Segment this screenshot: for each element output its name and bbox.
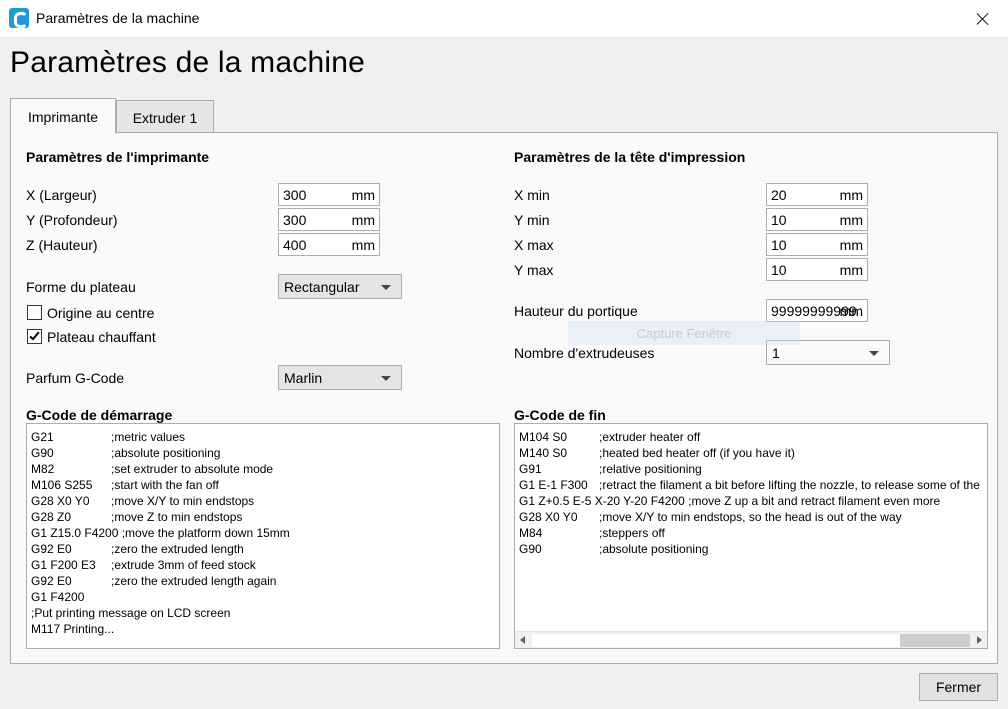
gcode-line: ;Put printing message on LCD screen (31, 606, 231, 620)
xmin-label: X min (514, 187, 550, 203)
ymin-field[interactable]: 10 mm (766, 208, 868, 231)
gcode-line: M104 S0 ;extruder heater off (519, 430, 701, 444)
y-depth-unit: mm (351, 212, 375, 228)
origin-center-checkbox[interactable] (27, 305, 42, 320)
x-width-unit: mm (351, 187, 375, 203)
y-depth-value: 300 (283, 212, 307, 228)
ymax-field[interactable]: 10 mm (766, 258, 868, 281)
printer-settings-title: Paramètres de l'imprimante (26, 149, 210, 165)
bed-shape-value: Rectangular (284, 279, 360, 295)
window-title: Paramètres de la machine (36, 10, 200, 26)
xmax-unit: mm (839, 237, 863, 253)
xmin-value: 20 (771, 187, 787, 203)
scroll-left-icon[interactable] (520, 636, 525, 644)
ymin-value: 10 (771, 212, 787, 228)
ymax-unit: mm (839, 262, 863, 278)
x-width-label: X (Largeur) (26, 187, 97, 203)
start-gcode-editor[interactable]: G21 ;metric values G90 ;absolute positionin… (26, 423, 500, 649)
gcode-line: M117 Printing... (31, 622, 115, 636)
xmax-field[interactable]: 10 mm (766, 233, 868, 256)
start-gcode-title: G-Code de démarrage (26, 407, 173, 423)
bed-shape-label: Forme du plateau (26, 279, 136, 295)
z-height-value: 400 (283, 237, 307, 253)
title-bar: Paramètres de la machine (0, 0, 1008, 38)
horizontal-scrollbar[interactable] (515, 631, 987, 648)
z-height-field[interactable]: 400 mm (278, 233, 380, 256)
scrollbar-thumb[interactable] (900, 634, 970, 647)
tab-extruder-1[interactable]: Extruder 1 (116, 100, 214, 133)
cura-logo-icon (9, 8, 29, 28)
gcode-line: G1 F4200 (31, 590, 85, 604)
checkmark-icon (29, 329, 40, 341)
scrollbar-track (532, 634, 900, 647)
gcode-line: G1 Z+0.5 E-5 X-20 Y-20 F4200 ;move Z up … (519, 494, 941, 508)
gcode-line: G92 E0 ;zero the extruded length again (31, 574, 277, 588)
gcode-line: G28 Z0 ;move Z to min endstops (31, 510, 243, 524)
gcode-line: G91 ;relative positioning (519, 462, 702, 476)
gcode-line: G1 E-1 F300 ;retract the filament a bit b… (519, 478, 984, 492)
ymin-label: Y min (514, 212, 550, 228)
xmax-value: 10 (771, 237, 787, 253)
close-button[interactable]: Fermer (919, 673, 998, 701)
z-height-unit: mm (351, 237, 375, 253)
chevron-down-icon (381, 376, 391, 381)
z-height-label: Z (Hauteur) (26, 237, 98, 253)
gcode-flavor-label: Parfum G-Code (26, 370, 125, 386)
gcode-line: G21 ;metric values (31, 430, 186, 444)
end-gcode-text: M104 S0 ;extruder heater off M140 S0 ;heate… (519, 429, 984, 557)
gcode-line: M84 ;steppers off (519, 526, 665, 540)
gcode-line: G1 F200 E3 ;extrude 3mm of feed stock (31, 558, 256, 572)
tab-imprimante[interactable]: Imprimante (10, 98, 116, 134)
gantry-height-label: Hauteur du portique (514, 303, 638, 319)
extruder-count-label: Nombre d'extrudeuses (514, 345, 655, 361)
heated-bed-label: Plateau chauffant (47, 329, 156, 345)
printhead-settings-title: Paramètres de la tête d'impression (514, 149, 746, 165)
gcode-line: G28 X0 Y0 ;move X/Y to min endstops, so t… (519, 510, 902, 524)
y-depth-field[interactable]: 300 mm (278, 208, 380, 231)
close-icon[interactable] (966, 2, 1000, 36)
extruder-count-value: 1 (772, 345, 780, 361)
gcode-line: G90 ;absolute positioning (519, 542, 709, 556)
window-capture-overlay: Capture Fenêtre (568, 321, 800, 345)
gcode-line: G90 ;absolute positioning (31, 446, 221, 460)
chevron-down-icon (381, 285, 391, 290)
gantry-height-field[interactable]: 99999999999 mm (766, 299, 868, 322)
bed-shape-dropdown[interactable]: Rectangular (278, 274, 402, 299)
xmin-unit: mm (839, 187, 863, 203)
xmin-field[interactable]: 20 mm (766, 183, 868, 206)
end-gcode-editor[interactable]: M104 S0 ;extruder heater off M140 S0 ;heate… (514, 423, 988, 649)
gcode-flavor-value: Marlin (284, 370, 323, 386)
heated-bed-checkbox[interactable] (27, 329, 42, 344)
x-width-field[interactable]: 300 mm (278, 183, 380, 206)
gantry-height-unit: mm (839, 303, 863, 319)
page-title: Paramètres de la machine (10, 46, 365, 79)
gcode-flavor-dropdown[interactable]: Marlin (278, 365, 402, 390)
ymax-label: Y max (514, 262, 554, 278)
x-width-value: 300 (283, 187, 307, 203)
gcode-line: M106 S255 ;start with the fan off (31, 478, 219, 492)
ymax-value: 10 (771, 262, 787, 278)
chevron-down-icon (869, 351, 879, 356)
gcode-line: G92 E0 ;zero the extruded length (31, 542, 244, 556)
xmax-label: X max (514, 237, 554, 253)
gcode-line: G1 Z15.0 F4200 ;move the platform down 1… (31, 526, 290, 540)
gcode-line: M140 S0 ;heated bed heater off (if you ha… (519, 446, 795, 460)
settings-panel: Paramètres de l'imprimante X (Largeur) 3… (10, 132, 998, 664)
scroll-right-icon[interactable] (977, 636, 982, 644)
gcode-line: M82 ;set extruder to absolute mode (31, 462, 274, 476)
y-depth-label: Y (Profondeur) (26, 212, 118, 228)
end-gcode-title: G-Code de fin (514, 407, 606, 423)
gcode-line: G28 X0 Y0 ;move X/Y to min endstops (31, 494, 255, 508)
ymin-unit: mm (839, 212, 863, 228)
origin-center-label: Origine au centre (47, 305, 155, 321)
